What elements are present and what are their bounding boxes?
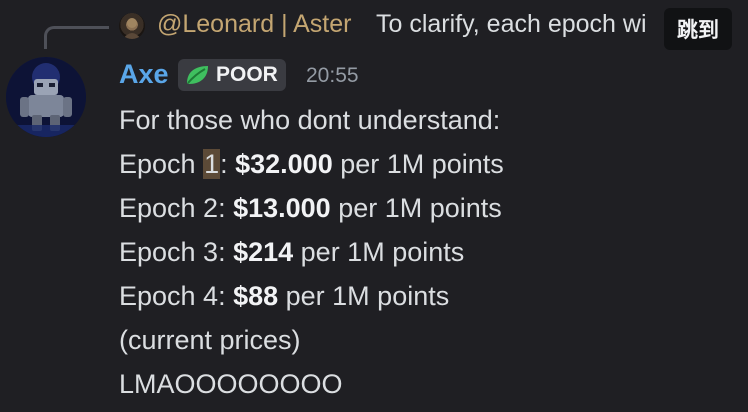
message-line: Epoch 4: $88 per 1M points — [119, 274, 504, 318]
message-content: For those who dont understand: Epoch 1: … — [119, 98, 504, 406]
message-line: Epoch 1: $32.000 per 1M points — [119, 142, 504, 186]
message-view: @Leonard | Aster To clarify, each epoch … — [0, 0, 748, 412]
epoch-price: $214 — [233, 237, 294, 267]
role-label: POOR — [216, 63, 278, 86]
role-tag[interactable]: POOR — [178, 59, 286, 91]
epoch-prefix: Epoch — [119, 149, 204, 179]
epoch-prefix: Epoch 3: — [119, 237, 234, 267]
username[interactable]: Axe — [119, 59, 169, 90]
epoch-separator: : — [220, 149, 236, 179]
epoch-suffix: per 1M points — [278, 281, 450, 311]
epoch-price: $32.000 — [235, 149, 333, 179]
reply-author-avatar[interactable] — [119, 13, 145, 39]
jump-to-message-button[interactable]: 跳到 — [664, 8, 732, 50]
epoch-suffix: per 1M points — [330, 193, 502, 223]
epoch-suffix: per 1M points — [332, 149, 504, 179]
epoch-price: $88 — [233, 281, 279, 311]
leaf-icon — [184, 64, 210, 86]
message-timestamp[interactable]: 20:55 — [306, 64, 359, 88]
reply-connector — [44, 26, 109, 49]
user-avatar[interactable] — [6, 57, 86, 137]
message-line: LMAOOOOOOOO — [119, 369, 343, 399]
epoch-price: $13.000 — [233, 193, 331, 223]
epoch-prefix: Epoch 4: — [119, 281, 234, 311]
epoch-prefix: Epoch 2: — [119, 193, 234, 223]
reply-author-name[interactable]: @Leonard | Aster — [157, 10, 351, 39]
message-line: Epoch 3: $214 per 1M points — [119, 230, 504, 274]
message-line: Epoch 2: $13.000 per 1M points — [119, 186, 504, 230]
search-highlight: 1 — [203, 149, 221, 179]
reply-preview-text[interactable]: To clarify, each epoch wi — [376, 10, 666, 39]
message-line: (current prices) — [119, 325, 301, 355]
message-line: For those who dont understand: — [119, 105, 501, 135]
epoch-suffix: per 1M points — [293, 237, 465, 267]
